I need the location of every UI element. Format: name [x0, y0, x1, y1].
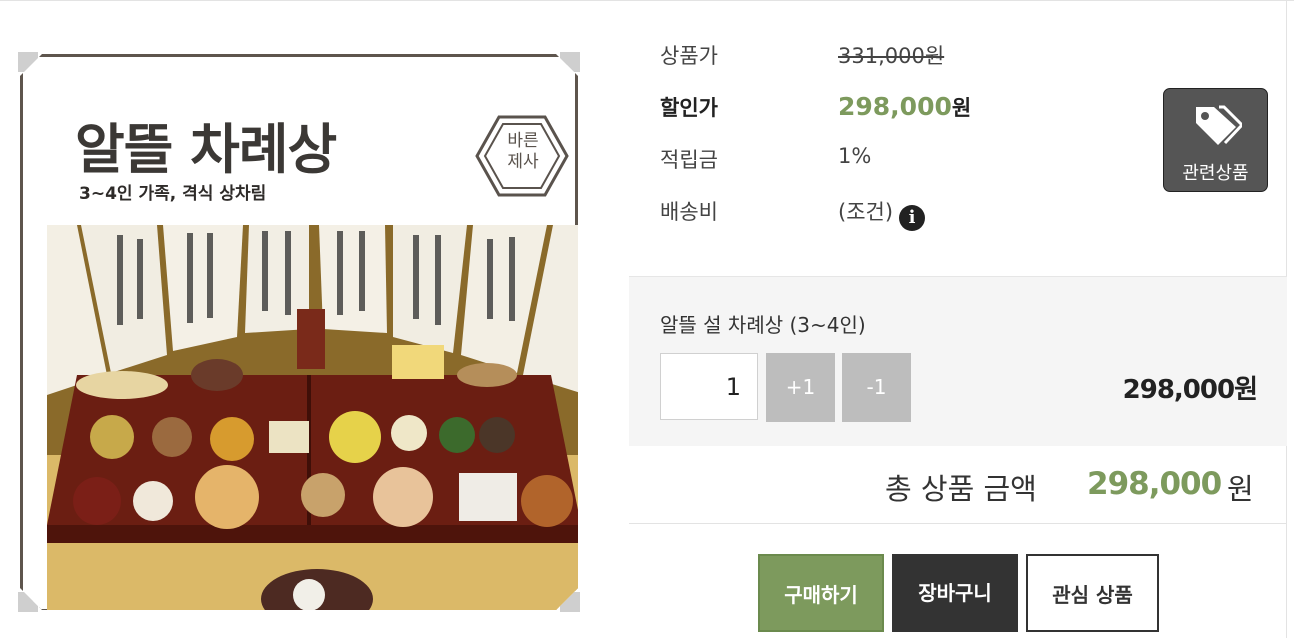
related-products-label: 관련상품	[1182, 163, 1249, 184]
badge-line: 바른	[507, 131, 539, 151]
image-frame: 알뜰 차례상 3~4인 가족, 격식 상차림 바른 제사	[20, 54, 578, 610]
info-icon[interactable]: i	[899, 205, 926, 231]
points-label: 적립금	[660, 148, 718, 172]
top-divider	[0, 0, 1294, 1]
option-price: 298,000원	[1122, 375, 1258, 405]
total-label: 총 상품 금액	[885, 472, 1037, 506]
shipping-value: (조건) i	[838, 196, 926, 231]
buy-button[interactable]: 구매하기	[758, 554, 884, 632]
points-value: 1%	[838, 144, 872, 168]
sale-price-amount: 298,000	[838, 92, 952, 121]
sale-price-label: 할인가	[660, 96, 718, 120]
cart-button[interactable]: 장바구니	[892, 554, 1018, 632]
ancestral-table-photo	[47, 225, 581, 617]
total-unit: 원	[1227, 472, 1254, 506]
option-name: 알뜰 설 차례상 (3~4인)	[660, 313, 866, 337]
list-price-value: 331,000원	[838, 44, 945, 68]
sale-price-value: 298,000원	[838, 92, 971, 122]
sale-price-unit: 원	[951, 96, 972, 120]
quantity-plus-button[interactable]: +1	[766, 353, 835, 422]
quantity-input[interactable]	[660, 353, 758, 420]
option-box: 알뜰 설 차례상 (3~4인) +1 -1 298,000원	[629, 276, 1287, 446]
related-products-button[interactable]: 관련상품	[1163, 88, 1268, 192]
image-subtitle: 3~4인 가족, 격식 상차림	[79, 184, 267, 204]
image-title: 알뜰 차례상	[75, 118, 337, 181]
product-image: 알뜰 차례상 3~4인 가족, 격식 상차림 바른 제사	[18, 52, 580, 612]
shipping-label: 배송비	[660, 200, 718, 224]
quantity-minus-button[interactable]: -1	[842, 353, 911, 422]
list-price-label: 상품가	[660, 44, 718, 68]
total-amount: 298,000	[1087, 466, 1222, 502]
shipping-text: (조건)	[838, 200, 894, 224]
tag-icon	[1196, 105, 1242, 145]
badge-line: 제사	[507, 152, 539, 172]
wishlist-button[interactable]: 관심 상품	[1026, 554, 1159, 632]
total-price-row: 총 상품 금액 298,000 원	[629, 446, 1287, 524]
badge-text: 바른 제사	[495, 131, 551, 173]
image-content: 알뜰 차례상 3~4인 가족, 격식 상차림 바른 제사	[33, 65, 575, 609]
